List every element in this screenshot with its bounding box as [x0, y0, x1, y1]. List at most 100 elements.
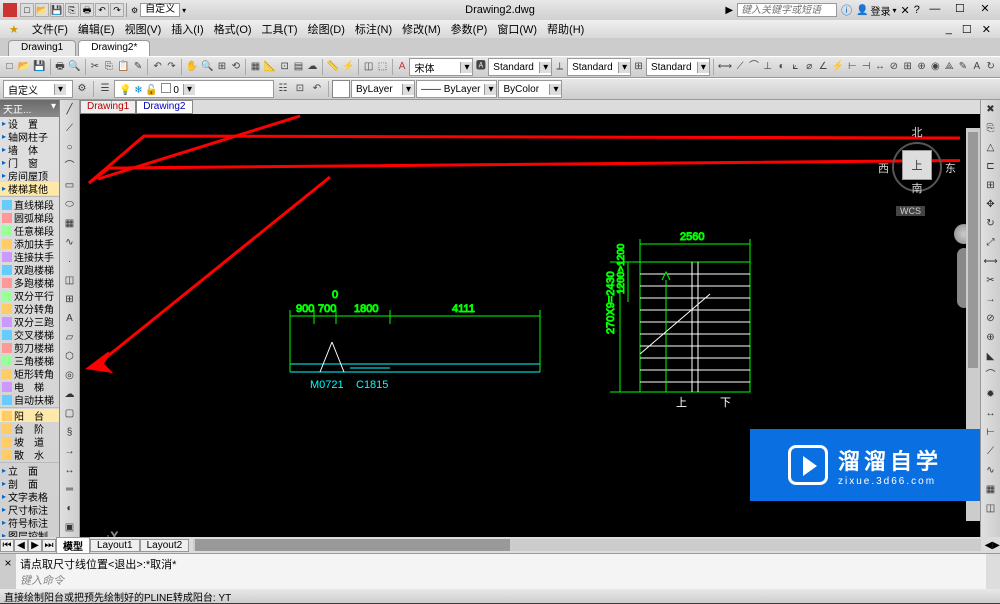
tool-zoom-icon[interactable]: 🔍 [200, 59, 214, 75]
cmd-close-icon[interactable]: × [0, 554, 16, 589]
layout1-tab[interactable]: Layout1 [90, 539, 140, 552]
dim-jogline-icon[interactable]: ⟁ [943, 59, 956, 75]
tool-redo-icon[interactable]: ↷ [165, 59, 178, 75]
chamfer-icon[interactable]: ◣ [983, 349, 999, 365]
pedit-icon[interactable]: ⟋ [983, 444, 999, 460]
menu-help[interactable]: 帮助(H) [542, 21, 589, 37]
workspace-dropdown[interactable]: ⚙ 自定义 ▾ [129, 3, 188, 17]
hatchedit-icon[interactable]: ▦ [983, 482, 999, 498]
stretch-icon[interactable]: ⟷ [983, 254, 999, 270]
scroll-left-icon[interactable]: ◀ [985, 540, 993, 551]
helix-icon[interactable]: § [62, 425, 78, 441]
qat-new-icon[interactable]: □ [20, 3, 34, 17]
drawing-canvas[interactable]: 900 700 1800 4111 0 M0721 C1815 [80, 114, 980, 537]
qat-save-icon[interactable]: 💾 [50, 3, 64, 17]
menu-view[interactable]: 视图(V) [120, 21, 167, 37]
dim-jog-icon[interactable]: ⟀ [789, 59, 802, 75]
polygon-icon[interactable]: ⬡ [62, 349, 78, 365]
qat-print-icon[interactable]: 🖶 [80, 3, 94, 17]
linetype-dropdown[interactable]: —— ByLayer▾ [416, 80, 497, 98]
dim-rad-icon[interactable]: ◐ [775, 59, 788, 75]
doc-tab-1[interactable]: Drawing1 [8, 40, 76, 56]
mdi-minimize[interactable]: _ [941, 23, 957, 35]
spline-icon[interactable]: ∿ [62, 235, 78, 251]
hscrollbar[interactable] [193, 539, 980, 551]
sidebar-item[interactable]: ▸楼梯其他 [0, 182, 59, 195]
draw-tab-2[interactable]: Drawing2 [136, 100, 192, 114]
boundary-icon[interactable]: ▣ [62, 520, 78, 536]
qat-open-icon[interactable]: 📂 [35, 3, 49, 17]
layer-states-icon[interactable]: ☷ [275, 81, 291, 97]
tool-tablestyle-icon[interactable]: ⊞ [632, 59, 645, 75]
draw-tab-1[interactable]: Drawing1 [80, 100, 136, 114]
tool-ssm-icon[interactable]: ▤ [292, 59, 305, 75]
close-button[interactable]: ✕ [974, 3, 996, 17]
tab-first-icon[interactable]: ⏮ [0, 539, 14, 552]
tool-cut-icon[interactable]: ✂ [89, 59, 102, 75]
fillet-icon[interactable]: ⌒ [983, 368, 999, 384]
dim-dia-icon[interactable]: ⌀ [803, 59, 816, 75]
mdi-close[interactable]: ✕ [977, 23, 996, 36]
table-icon[interactable]: ⊞ [62, 292, 78, 308]
wipeout-icon[interactable]: ▢ [62, 406, 78, 422]
tool-pan-icon[interactable]: ✋ [185, 59, 199, 75]
cmd-scrollbar[interactable] [986, 554, 1000, 589]
dim-tedit-icon[interactable]: A [970, 59, 983, 75]
tool-dimstyle-icon[interactable]: ⟂ [553, 59, 566, 75]
tool-group-icon[interactable]: ⬚ [376, 59, 389, 75]
login-button[interactable]: 👤 登录 ▾ [856, 3, 896, 18]
infocenter-icon[interactable]: ⓘ [841, 2, 852, 18]
tool-text-icon[interactable]: A [396, 59, 409, 75]
tool-textstyle-icon[interactable]: 🅰 [474, 59, 487, 75]
menu-tools[interactable]: 工具(T) [257, 21, 303, 37]
layer-props-icon[interactable]: ☰ [97, 81, 113, 97]
layer-prev-icon[interactable]: ↶ [309, 81, 325, 97]
region-icon[interactable]: ▱ [62, 330, 78, 346]
mdi-restore[interactable]: ☐ [957, 23, 977, 36]
explode-icon[interactable]: ✹ [983, 387, 999, 403]
workspace-combo[interactable]: 自定义▾ [3, 80, 73, 98]
dim-center-icon[interactable]: ⊕ [915, 59, 928, 75]
trim-icon[interactable]: ✂ [983, 273, 999, 289]
dim-break-icon[interactable]: ⊘ [887, 59, 900, 75]
join-icon[interactable]: ⊕ [983, 330, 999, 346]
dim-edit-icon[interactable]: ✎ [957, 59, 970, 75]
tool-paste-icon[interactable]: 📋 [116, 59, 130, 75]
scale-icon[interactable]: ⤢ [983, 235, 999, 251]
menu-draw[interactable]: 绘图(D) [303, 21, 350, 37]
dim-ang-icon[interactable]: ∠ [817, 59, 830, 75]
arc-icon[interactable]: ⌒ [62, 159, 78, 175]
tool-tp-icon[interactable]: ⊡ [278, 59, 291, 75]
dim-space-icon[interactable]: ↔ [874, 59, 887, 75]
tool-open-icon[interactable]: 📂 [17, 59, 31, 75]
block-icon[interactable]: ◫ [62, 273, 78, 289]
tool-mark-icon[interactable]: ☁ [306, 59, 319, 75]
cmd-prompt[interactable]: 键入命令 [20, 572, 982, 588]
break-icon[interactable]: ⊘ [983, 311, 999, 327]
erase-icon[interactable]: ✖ [983, 102, 999, 118]
dim-linear-icon[interactable]: ⟷ [717, 59, 733, 75]
tool-meas-icon[interactable]: 📏 [326, 59, 340, 75]
donut-icon[interactable]: ◎ [62, 368, 78, 384]
tool-print-icon[interactable]: 🖶 [54, 59, 67, 75]
tool-undo-icon[interactable]: ↶ [151, 59, 164, 75]
layer-iso-icon[interactable]: ⊡ [292, 81, 308, 97]
blockedit-icon[interactable]: ◫ [983, 501, 999, 517]
revcloud-icon[interactable]: ☁ [62, 387, 78, 403]
circle-icon[interactable]: ○ [62, 140, 78, 156]
font-dropdown[interactable]: 宋体▾ [409, 58, 473, 76]
align-icon[interactable]: ⊢ [983, 425, 999, 441]
tool-copy-icon[interactable]: ⎘ [102, 59, 115, 75]
lineweight-dropdown[interactable]: ByColor▾ [498, 80, 562, 98]
sidebar-item[interactable]: ▸图层控制 [0, 529, 59, 537]
doc-tab-2[interactable]: Drawing2* [78, 40, 150, 56]
menu-modify[interactable]: 修改(M) [397, 21, 446, 37]
array-icon[interactable]: ⊞ [983, 178, 999, 194]
tablestyle-dropdown[interactable]: Standard▾ [646, 58, 710, 76]
tab-last-icon[interactable]: ⏭ [42, 539, 56, 552]
mtext-icon[interactable]: A [62, 311, 78, 327]
minimize-button[interactable]: — [924, 3, 946, 17]
dim-ord-icon[interactable]: ⊥ [761, 59, 774, 75]
color-swatch[interactable] [332, 80, 350, 98]
menu-file[interactable]: 文件(F) [27, 21, 73, 37]
